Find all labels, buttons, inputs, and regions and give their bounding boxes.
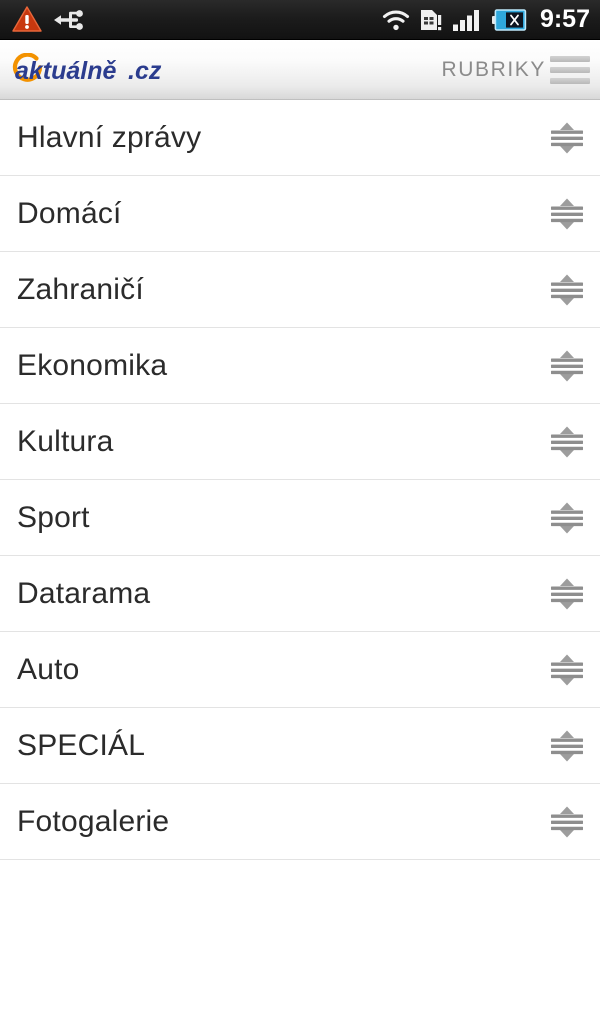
svg-text:aktuálně: aktuálně bbox=[15, 57, 117, 85]
status-bar-left-icons bbox=[0, 6, 86, 33]
drag-handle-icon[interactable] bbox=[550, 728, 600, 764]
list-item-label: Auto bbox=[17, 652, 80, 686]
drag-handle-icon[interactable] bbox=[550, 424, 600, 460]
list-item-label: Kultura bbox=[17, 424, 114, 458]
empty-content-area bbox=[0, 860, 600, 1022]
list-item-label: SPECIÁL bbox=[17, 728, 146, 762]
svg-text:.cz: .cz bbox=[128, 57, 162, 85]
drag-handle-icon[interactable] bbox=[550, 576, 600, 612]
drag-handle-icon[interactable] bbox=[550, 804, 600, 840]
list-item-label: Fotogalerie bbox=[17, 804, 170, 838]
drag-handle-icon[interactable] bbox=[550, 348, 600, 384]
sections-list: Hlavní zprávy Domácí Zahraničí Ekonomika… bbox=[0, 100, 600, 860]
status-bar-clock: 9:57 bbox=[539, 5, 590, 33]
list-item-5[interactable]: Kultura bbox=[0, 404, 600, 480]
list-item-8[interactable]: Auto bbox=[0, 632, 600, 708]
drag-handle-icon[interactable] bbox=[550, 120, 600, 156]
list-item-9[interactable]: SPECIÁL bbox=[0, 708, 600, 784]
drag-handle-icon[interactable] bbox=[550, 272, 600, 308]
list-item-label: Domácí bbox=[17, 196, 122, 230]
list-item-7[interactable]: Datarama bbox=[0, 556, 600, 632]
battery-icon bbox=[491, 8, 530, 32]
sections-menu-label: RUBRIKY bbox=[441, 57, 546, 81]
wifi-icon bbox=[382, 8, 410, 32]
drag-handle-icon[interactable] bbox=[550, 652, 600, 688]
status-bar-right-icons: 9:57 bbox=[382, 7, 600, 33]
list-item-label: Datarama bbox=[17, 576, 151, 610]
list-item-1[interactable]: Hlavní zprávy bbox=[0, 100, 600, 176]
site-logo[interactable]: aktuálně .cz bbox=[0, 40, 175, 99]
usb-icon bbox=[52, 7, 86, 33]
app-header: aktuálně .cz RUBRIKY bbox=[0, 40, 600, 100]
signal-bars-icon bbox=[452, 8, 484, 32]
drag-handle-icon[interactable] bbox=[550, 196, 600, 232]
warning-triangle-icon bbox=[12, 6, 42, 33]
list-item-4[interactable]: Ekonomika bbox=[0, 328, 600, 404]
hamburger-icon bbox=[550, 55, 590, 84]
sim-card-alert-icon bbox=[418, 7, 444, 33]
sections-menu-button[interactable]: RUBRIKY bbox=[441, 55, 600, 84]
list-item-6[interactable]: Sport bbox=[0, 480, 600, 556]
drag-handle-icon[interactable] bbox=[550, 500, 600, 536]
list-item-label: Hlavní zprávy bbox=[17, 120, 202, 154]
list-item-label: Zahraničí bbox=[17, 272, 144, 306]
status-bar: 9:57 bbox=[0, 0, 600, 40]
list-item-10[interactable]: Fotogalerie bbox=[0, 784, 600, 860]
list-item-label: Sport bbox=[17, 500, 90, 534]
list-item-2[interactable]: Domácí bbox=[0, 176, 600, 252]
list-item-3[interactable]: Zahraničí bbox=[0, 252, 600, 328]
list-item-label: Ekonomika bbox=[17, 348, 168, 382]
